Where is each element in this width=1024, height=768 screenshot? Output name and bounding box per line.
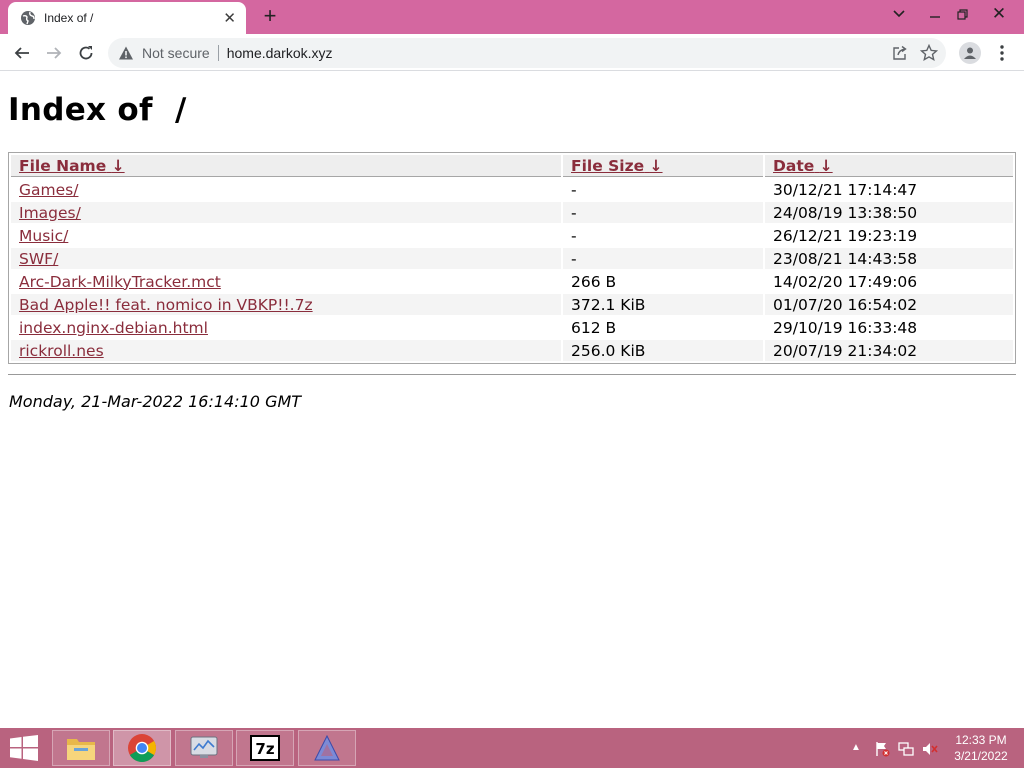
forward-arrow-icon[interactable] bbox=[43, 42, 65, 64]
globe-icon bbox=[20, 10, 36, 26]
windows-start-icon[interactable] bbox=[0, 728, 48, 768]
page-title: Index of / bbox=[8, 92, 187, 128]
file-size: 256.0 KiB bbox=[563, 340, 763, 361]
footer-divider bbox=[8, 374, 1016, 375]
file-date: 01/07/20 16:54:02 bbox=[765, 294, 1013, 315]
table-row: Bad Apple!! feat. nomico in VBKP!!.7z 37… bbox=[11, 294, 1013, 315]
browser-toolbar: Not secure home.darkok.xyz bbox=[0, 34, 1024, 71]
sort-arrow-icon: ↓ bbox=[819, 156, 833, 175]
share-icon[interactable] bbox=[892, 45, 908, 61]
sort-by-name-link[interactable]: File Name ↓ bbox=[19, 157, 125, 175]
tab-title: Index of / bbox=[44, 11, 94, 25]
table-row: Music/ - 26/12/21 19:23:19 bbox=[11, 225, 1013, 246]
header-label: File Size bbox=[571, 156, 645, 175]
restore-icon[interactable] bbox=[945, 0, 979, 28]
browser-tab[interactable]: Index of / ✕ bbox=[8, 2, 246, 34]
file-link[interactable]: index.nginx-debian.html bbox=[19, 319, 208, 337]
window-close-icon[interactable]: ✕ bbox=[978, 0, 1020, 28]
back-arrow-icon[interactable] bbox=[11, 42, 33, 64]
table-header-row: File Name ↓ File Size ↓ Date ↓ bbox=[11, 155, 1013, 177]
sort-by-date-link[interactable]: Date ↓ bbox=[773, 157, 833, 175]
address-bar[interactable]: Not secure home.darkok.xyz bbox=[108, 38, 946, 68]
volume-muted-icon[interactable] bbox=[921, 740, 939, 758]
arch-icon[interactable] bbox=[298, 730, 356, 766]
clock-date: 3/21/2022 bbox=[954, 749, 1008, 763]
page-content: Index of / File Name ↓ File Size ↓ Date … bbox=[0, 72, 1024, 728]
clock-time: 12:33 PM bbox=[955, 733, 1007, 747]
security-status[interactable]: Not secure bbox=[142, 45, 210, 61]
sort-arrow-icon: ↓ bbox=[111, 156, 125, 175]
tab-strip: Index of / ✕ + ✕ bbox=[0, 0, 1024, 34]
header-label: File Name bbox=[19, 156, 107, 175]
file-link[interactable]: rickroll.nes bbox=[19, 342, 104, 360]
file-size: - bbox=[563, 179, 763, 200]
address-divider bbox=[217, 45, 219, 61]
file-size: - bbox=[563, 248, 763, 269]
svg-text:7z: 7z bbox=[255, 740, 274, 758]
file-link[interactable]: Arc-Dark-MilkyTracker.mct bbox=[19, 273, 221, 291]
table-row: SWF/ - 23/08/21 14:43:58 bbox=[11, 248, 1013, 269]
server-timestamp: Monday, 21-Mar-2022 16:14:10 GMT bbox=[9, 392, 302, 411]
file-size: - bbox=[563, 225, 763, 246]
warning-icon[interactable] bbox=[118, 45, 134, 61]
file-date: 26/12/21 19:23:19 bbox=[765, 225, 1013, 246]
reload-icon[interactable] bbox=[75, 42, 97, 64]
tab-search-icon[interactable] bbox=[882, 0, 916, 28]
table-row: index.nginx-debian.html 612 B 29/10/19 1… bbox=[11, 317, 1013, 338]
file-size: 372.1 KiB bbox=[563, 294, 763, 315]
chrome-icon[interactable] bbox=[113, 730, 171, 766]
file-date: 14/02/20 17:49:06 bbox=[765, 271, 1013, 292]
table-row: Arc-Dark-MilkyTracker.mct 266 B 14/02/20… bbox=[11, 271, 1013, 292]
file-link[interactable]: Bad Apple!! feat. nomico in VBKP!!.7z bbox=[19, 296, 313, 314]
file-date: 20/07/19 21:34:02 bbox=[765, 340, 1013, 361]
url-text[interactable]: home.darkok.xyz bbox=[227, 45, 333, 61]
bookmark-star-icon[interactable] bbox=[920, 44, 938, 62]
file-link[interactable]: Music/ bbox=[19, 227, 68, 245]
file-size: 612 B bbox=[563, 317, 763, 338]
file-explorer-icon[interactable] bbox=[52, 730, 110, 766]
header-file-name: File Name ↓ bbox=[11, 155, 561, 177]
new-tab-button[interactable]: + bbox=[258, 5, 282, 29]
file-date: 30/12/21 17:14:47 bbox=[765, 179, 1013, 200]
7zip-icon[interactable]: 7z bbox=[236, 730, 294, 766]
system-clock[interactable]: 12:33 PM 3/21/2022 bbox=[948, 732, 1014, 764]
kebab-menu-icon[interactable] bbox=[993, 42, 1011, 64]
file-date: 24/08/19 13:38:50 bbox=[765, 202, 1013, 223]
network-icon[interactable] bbox=[897, 740, 915, 758]
show-hidden-icons-icon[interactable]: ▲ bbox=[851, 742, 861, 753]
file-link[interactable]: SWF/ bbox=[19, 250, 58, 268]
header-date: Date ↓ bbox=[765, 155, 1013, 177]
table-row: rickroll.nes 256.0 KiB 20/07/19 21:34:02 bbox=[11, 340, 1013, 361]
windows-taskbar: 7z ▲ 12:33 PM 3/21/2022 bbox=[0, 728, 1024, 768]
performance-monitor-icon[interactable] bbox=[175, 730, 233, 766]
file-size: - bbox=[563, 202, 763, 223]
action-center-flag-icon[interactable] bbox=[873, 740, 891, 758]
table-row: Games/ - 30/12/21 17:14:47 bbox=[11, 179, 1013, 200]
sort-arrow-icon: ↓ bbox=[649, 156, 663, 175]
file-link[interactable]: Games/ bbox=[19, 181, 78, 199]
file-link[interactable]: Images/ bbox=[19, 204, 81, 222]
sort-by-size-link[interactable]: File Size ↓ bbox=[571, 157, 663, 175]
file-date: 23/08/21 14:43:58 bbox=[765, 248, 1013, 269]
file-listing-table: File Name ↓ File Size ↓ Date ↓ Games/ - … bbox=[8, 152, 1016, 364]
header-label: Date bbox=[773, 156, 815, 175]
header-file-size: File Size ↓ bbox=[563, 155, 763, 177]
profile-avatar-icon[interactable] bbox=[959, 42, 981, 64]
file-date: 29/10/19 16:33:48 bbox=[765, 317, 1013, 338]
table-row: Images/ - 24/08/19 13:38:50 bbox=[11, 202, 1013, 223]
file-size: 266 B bbox=[563, 271, 763, 292]
tab-close-icon[interactable]: ✕ bbox=[223, 10, 236, 26]
